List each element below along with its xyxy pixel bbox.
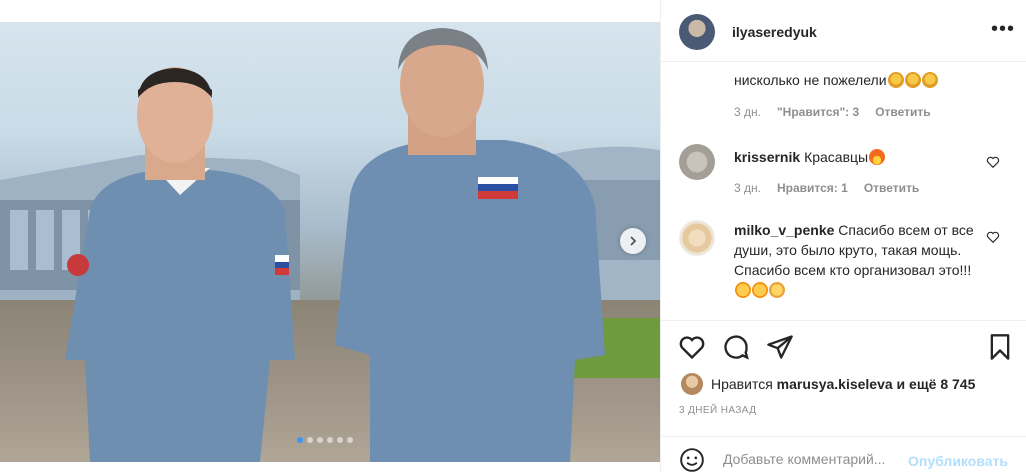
comment-emojis	[868, 149, 886, 165]
publish-button[interactable]: Опубликовать	[908, 453, 1008, 469]
more-options-icon[interactable]: •••	[991, 19, 1015, 39]
liker-username[interactable]: marusya.kiseleva	[777, 376, 893, 392]
raising-hands-emoji-icon	[921, 72, 938, 88]
commenter-username[interactable]: milko_v_penke	[734, 222, 834, 238]
carousel-next-button[interactable]	[620, 228, 646, 254]
photo-bottom-margin	[0, 462, 660, 472]
add-comment-row: Опубликовать	[661, 436, 1026, 472]
post-header: ilyaseredyuk •••	[661, 0, 1026, 62]
like-comment-heart-icon[interactable]	[986, 230, 1000, 244]
comment-emojis	[887, 72, 938, 88]
carousel-dot	[327, 437, 333, 443]
likes-count[interactable]: и ещё 8 745	[897, 376, 976, 392]
comment-emojis	[734, 282, 785, 298]
pilot-left	[65, 67, 295, 462]
like-comment-heart-icon[interactable]	[986, 155, 1000, 169]
author-username[interactable]: ilyaseredyuk	[732, 24, 817, 40]
share-plane-icon[interactable]	[766, 333, 794, 361]
star-struck-emoji-icon	[752, 282, 768, 298]
post-photo[interactable]	[0, 0, 660, 472]
clapping-hands-emoji-icon	[769, 282, 785, 298]
post-side-panel: ilyaseredyuk ••• нисколько не пожелели 3…	[660, 0, 1026, 472]
comment-likes[interactable]: "Нравится": 3	[777, 105, 859, 119]
likes-summary: Нравится marusya.kiseleva и ещё 8 745	[681, 373, 975, 395]
commenter-avatar[interactable]	[679, 220, 715, 256]
star-struck-emoji-icon	[735, 282, 751, 298]
liker-avatar[interactable]	[681, 373, 703, 395]
carousel-dot	[347, 437, 353, 443]
emoji-smile-icon[interactable]	[679, 447, 705, 472]
photo-top-margin	[0, 0, 660, 22]
comments-list: нисколько не пожелели 3 дн. "Нравится": …	[661, 62, 1026, 320]
carousel-dot	[307, 437, 313, 443]
carousel-dot	[337, 437, 343, 443]
commenter-avatar[interactable]	[679, 144, 715, 180]
comment-meta: 3 дн. Нравится: 1 Ответить	[734, 181, 919, 195]
author-avatar[interactable]	[679, 14, 715, 50]
fire-emoji-icon	[869, 149, 886, 165]
carousel-dot	[317, 437, 323, 443]
comment-time[interactable]: 3 дн.	[734, 105, 761, 119]
carousel-dot	[297, 437, 303, 443]
comment-bubble-icon[interactable]	[722, 333, 750, 361]
comment-text: krissernik Красавцы	[734, 147, 984, 167]
reply-button[interactable]: Ответить	[864, 181, 919, 195]
pilot-right	[335, 28, 605, 462]
raising-hands-emoji-icon	[887, 72, 904, 88]
like-heart-icon[interactable]	[678, 333, 706, 361]
comment-text: milko_v_penke Спасибо всем от все души, …	[734, 220, 984, 300]
reply-button[interactable]: Ответить	[875, 105, 930, 119]
carousel-indicators	[297, 437, 353, 443]
post-actions: Нравится marusya.kiseleva и ещё 8 745 3 …	[661, 320, 1026, 452]
commenter-username[interactable]: krissernik	[734, 149, 800, 165]
chevron-right-icon	[630, 236, 637, 246]
post-date[interactable]: 3 ДНЕЙ НАЗАД	[679, 405, 756, 416]
comment-text: нисколько не пожелели	[734, 70, 984, 90]
comment-time[interactable]: 3 дн.	[734, 181, 761, 195]
comment-likes[interactable]: Нравится: 1	[777, 181, 848, 195]
bookmark-icon[interactable]	[986, 333, 1014, 361]
comment-meta: 3 дн. "Нравится": 3 Ответить	[734, 105, 931, 119]
raising-hands-emoji-icon	[904, 72, 921, 88]
